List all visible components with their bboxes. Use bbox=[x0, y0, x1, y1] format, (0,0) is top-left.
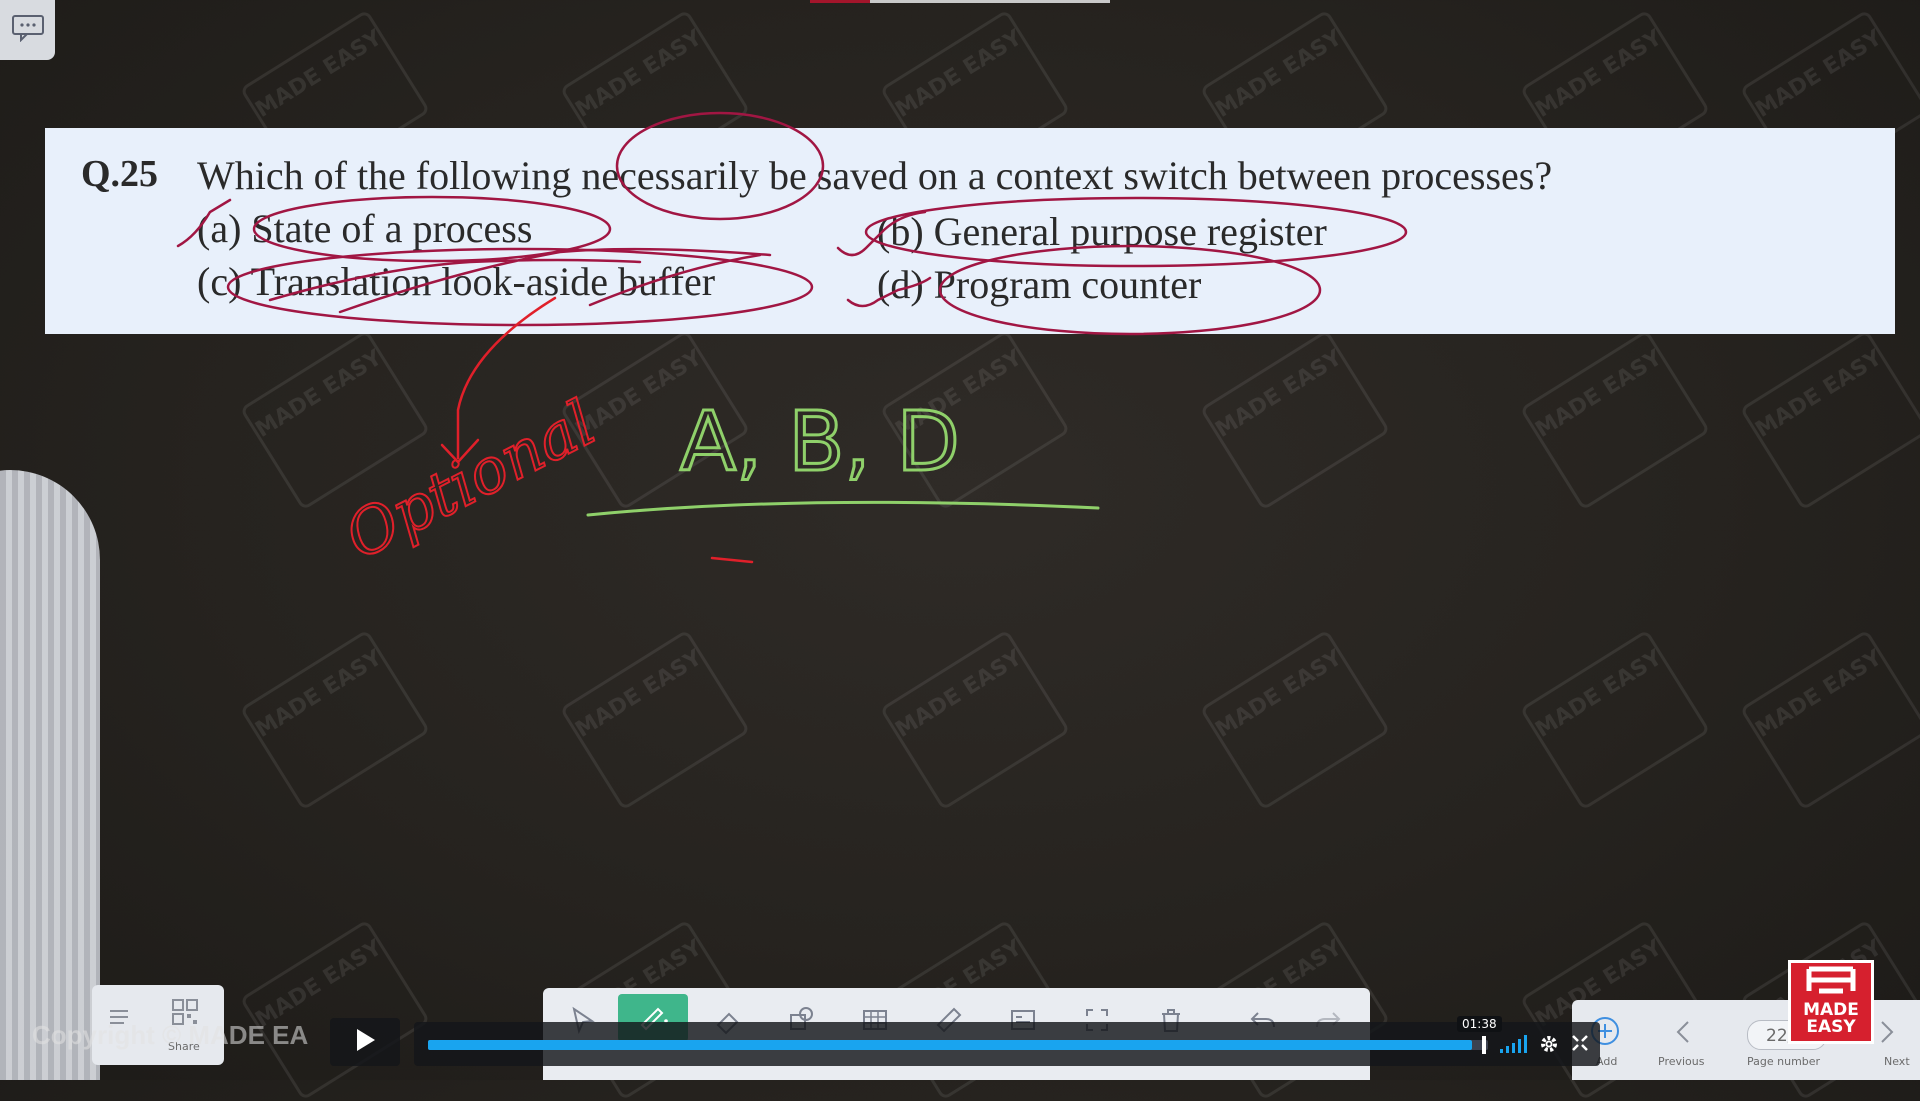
volume-icon[interactable] bbox=[1498, 1033, 1528, 1059]
tick-option-a bbox=[176, 198, 232, 248]
tick-option-b bbox=[836, 210, 927, 257]
copyright-text: Copyright © MADE EA bbox=[32, 1020, 309, 1050]
page-number-label: Page number bbox=[1747, 1055, 1821, 1068]
strike-option-c bbox=[268, 247, 772, 314]
circle-option-b bbox=[864, 196, 1408, 268]
answer-underline bbox=[586, 500, 1100, 517]
red-dash bbox=[710, 556, 754, 564]
time-tooltip: 01:38 bbox=[1457, 1016, 1502, 1032]
presenter-figure bbox=[0, 470, 100, 1080]
ink-annotations: Optional A, B, D bbox=[176, 111, 1408, 574]
brand-logo: MADE EASY bbox=[1788, 960, 1874, 1044]
progress-handle[interactable] bbox=[1482, 1036, 1486, 1054]
handwritten-note: Optional bbox=[334, 386, 607, 573]
play-icon bbox=[352, 1026, 378, 1058]
next-page-icon[interactable] bbox=[1874, 1018, 1898, 1050]
play-button[interactable] bbox=[330, 1018, 400, 1066]
previous-page-icon[interactable] bbox=[1672, 1018, 1696, 1050]
previous-label: Previous bbox=[1658, 1055, 1705, 1068]
progress-bar[interactable] bbox=[428, 1040, 1488, 1050]
circle-necessarily bbox=[615, 111, 825, 221]
settings-icon[interactable] bbox=[1538, 1033, 1560, 1059]
tick-option-d bbox=[846, 276, 932, 308]
fullscreen-icon[interactable] bbox=[1570, 1033, 1590, 1057]
logo-mark-icon bbox=[1791, 965, 1871, 1002]
circle-option-d bbox=[938, 244, 1322, 336]
logo-line2: EASY bbox=[1806, 1017, 1856, 1037]
next-label: Next bbox=[1884, 1055, 1910, 1068]
progress-fill bbox=[428, 1040, 1473, 1050]
handwritten-answer: A, B, D bbox=[680, 395, 960, 490]
video-control-bar bbox=[414, 1022, 1600, 1066]
